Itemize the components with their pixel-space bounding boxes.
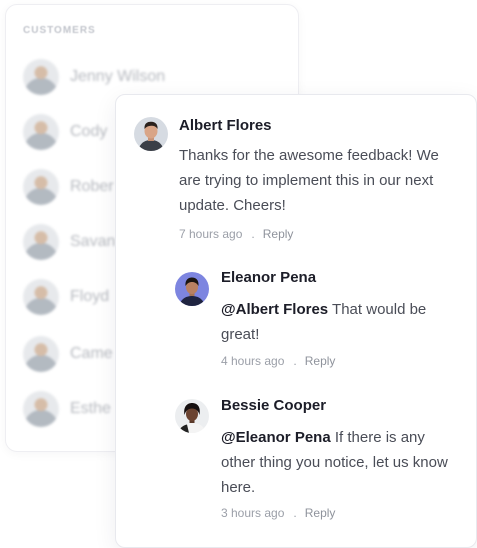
customer-name: Savan (70, 233, 116, 250)
customer-name: Jenny Wilson (70, 68, 166, 85)
customer-name: Rober (70, 178, 114, 195)
avatar (23, 59, 59, 95)
comment-meta: 3 hours ago. Reply (221, 506, 335, 520)
reply-link[interactable]: Reply (305, 506, 336, 520)
customers-title: CUSTOMERS (23, 25, 96, 36)
customer-name: Came (70, 345, 113, 362)
avatar[interactable] (175, 399, 209, 433)
customer-item[interactable]: Jenny Wilson (23, 59, 283, 95)
avatar (23, 169, 59, 205)
customer-name: Esthe (70, 400, 111, 417)
avatar (23, 279, 59, 315)
mention-link[interactable]: @Eleanor Pena (221, 429, 331, 446)
comment-text: @Eleanor Pena If there is any other thin… (221, 425, 461, 500)
comment-timestamp: 3 hours ago (221, 506, 285, 520)
comment-reply: Bessie Cooper @Eleanor Pena If there is … (116, 95, 477, 535)
comment-thread-card: Albert Flores Thanks for the awesome fee… (115, 94, 477, 548)
avatar (23, 114, 59, 150)
customer-name: Floyd (70, 288, 110, 305)
avatar (23, 391, 59, 427)
avatar (23, 224, 59, 260)
comment-author[interactable]: Bessie Cooper (221, 397, 326, 414)
avatar (23, 336, 59, 372)
avatar-bessie-cooper (175, 399, 209, 433)
meta-separator: . (293, 506, 297, 520)
customer-name: Cody (70, 123, 108, 140)
